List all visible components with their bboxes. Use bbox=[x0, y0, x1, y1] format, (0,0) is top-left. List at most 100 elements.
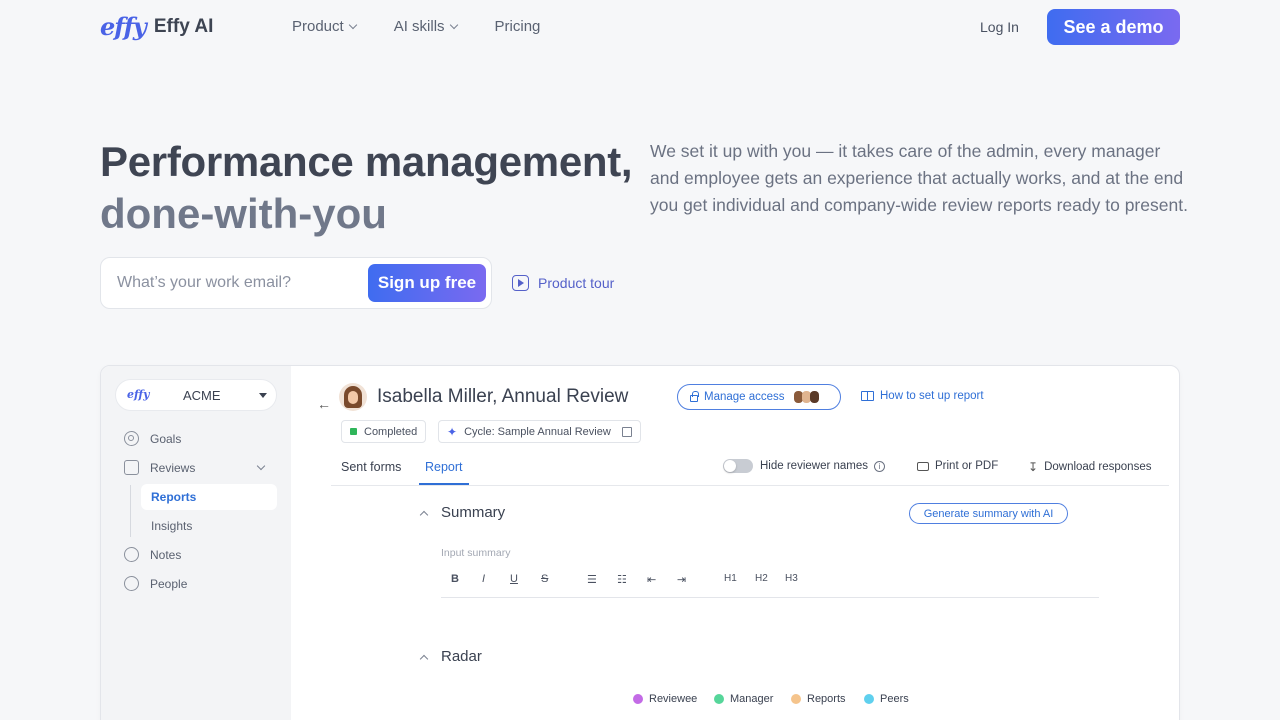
logo[interactable]: effy Effy AI bbox=[100, 12, 213, 41]
back-arrow-icon[interactable]: ← bbox=[317, 396, 331, 412]
play-icon bbox=[512, 275, 529, 291]
sidebar-item-label: Notes bbox=[150, 547, 182, 562]
chevron-down-icon bbox=[449, 20, 458, 29]
signup-button[interactable]: Sign up free bbox=[368, 264, 486, 302]
book-icon bbox=[861, 391, 874, 401]
nav-ai-skills[interactable]: AI skills bbox=[393, 18, 458, 35]
legend-item-reviewee: Reviewee bbox=[633, 693, 697, 705]
active-tab-indicator bbox=[419, 483, 469, 485]
review-title: Isabella Miller, Annual Review bbox=[377, 386, 628, 408]
nav-ai-skills-label: AI skills bbox=[393, 18, 445, 35]
info-icon[interactable]: i bbox=[874, 460, 886, 472]
hide-names-label: Hide reviewer names i bbox=[760, 460, 886, 472]
print-label: Print or PDF bbox=[935, 460, 999, 472]
hide-names-text: Hide reviewer names bbox=[760, 460, 869, 472]
access-avatars bbox=[793, 391, 819, 403]
legend-label: Reports bbox=[807, 693, 846, 705]
legend-label: Peers bbox=[880, 693, 909, 705]
download-button[interactable]: ↧ Download responses bbox=[1028, 460, 1151, 474]
logo-mark: effy bbox=[100, 12, 147, 41]
download-label: Download responses bbox=[1044, 461, 1152, 473]
tab-sent-forms[interactable]: Sent forms bbox=[341, 460, 401, 474]
print-button[interactable]: Print or PDF bbox=[917, 460, 998, 472]
legend-item-reports: Reports bbox=[791, 693, 846, 705]
sidebar-item-people[interactable]: People bbox=[124, 576, 187, 591]
external-link-icon bbox=[621, 426, 632, 437]
see-demo-button[interactable]: See a demo bbox=[1047, 9, 1180, 45]
sidebar-item-insights[interactable]: Insights bbox=[151, 519, 192, 533]
how-to-label: How to set up report bbox=[880, 390, 984, 402]
summary-heading: Summary bbox=[441, 504, 506, 521]
hero-description: We set it up with you — it takes care of… bbox=[650, 141, 1188, 215]
nav-product[interactable]: Product bbox=[292, 18, 357, 35]
cycle-label: Cycle: Sample Annual Review bbox=[464, 425, 611, 438]
login-link[interactable]: Log In bbox=[980, 19, 1019, 35]
chevron-up-icon[interactable] bbox=[419, 654, 429, 664]
legend-label: Manager bbox=[730, 693, 774, 705]
nav-links: Product AI skills Pricing bbox=[292, 18, 540, 35]
radar-heading: Radar bbox=[441, 648, 482, 665]
tab-bar: Sent forms Report Hide reviewer names i … bbox=[331, 459, 1169, 486]
summary-input[interactable]: Input summary bbox=[441, 547, 510, 559]
underline-button[interactable]: U bbox=[510, 573, 518, 585]
heading2-button[interactable]: H2 bbox=[755, 573, 768, 584]
top-nav: effy Effy AI Product AI skills Pricing L… bbox=[0, 0, 1280, 54]
sidebar-item-label: Reviews bbox=[150, 460, 196, 475]
sidebar-item-notes[interactable]: Notes bbox=[124, 547, 181, 562]
email-input[interactable]: What’s your work email? bbox=[117, 274, 291, 292]
heading3-button[interactable]: H3 bbox=[785, 573, 798, 584]
org-switcher[interactable]: effy ACME bbox=[115, 379, 277, 411]
hero-title-line1: Performance management, bbox=[100, 138, 633, 185]
sidebar-item-reviews[interactable]: Reviews bbox=[124, 460, 195, 475]
legend-dot bbox=[791, 694, 801, 704]
nav-pricing[interactable]: Pricing bbox=[495, 18, 541, 35]
status-badge: Completed bbox=[341, 420, 427, 443]
nav-product-label: Product bbox=[292, 18, 344, 35]
clipboard-icon bbox=[124, 460, 139, 475]
chevron-up-icon[interactable] bbox=[419, 510, 429, 520]
bullet-list-icon[interactable]: ☰ bbox=[587, 573, 597, 586]
status-label: Completed bbox=[364, 425, 418, 438]
app-main: ← Isabella Miller, Annual Review Manage … bbox=[291, 366, 1179, 720]
product-tour-label: Product tour bbox=[538, 275, 615, 291]
submenu-line bbox=[130, 485, 131, 537]
org-name: ACME bbox=[183, 388, 221, 403]
tab-report[interactable]: Report bbox=[425, 460, 463, 474]
outdent-icon[interactable]: ⇤ bbox=[647, 573, 656, 586]
avatar bbox=[339, 383, 367, 411]
legend-item-peers: Peers bbox=[864, 693, 909, 705]
legend-dot bbox=[714, 694, 724, 704]
heading1-button[interactable]: H1 bbox=[724, 573, 737, 584]
logo-text: Effy AI bbox=[153, 15, 214, 37]
org-logo: effy bbox=[127, 388, 150, 401]
indent-icon[interactable]: ⇥ bbox=[677, 573, 686, 586]
signup-form: What’s your work email? Sign up free bbox=[100, 257, 492, 309]
strikethrough-button[interactable]: S bbox=[541, 573, 548, 585]
legend-item-manager: Manager bbox=[714, 693, 773, 705]
italic-button[interactable]: I bbox=[482, 573, 485, 585]
legend-dot bbox=[633, 694, 643, 704]
cycle-link[interactable]: ✦ Cycle: Sample Annual Review bbox=[438, 420, 641, 443]
app-preview: effy ACME Goals Reviews Reports Insights… bbox=[100, 365, 1180, 720]
sidebar-item-reports[interactable]: Reports bbox=[151, 490, 196, 504]
sidebar-item-goals[interactable]: Goals bbox=[124, 431, 181, 446]
generate-summary-button[interactable]: Generate summary with AI bbox=[909, 503, 1068, 524]
editor-divider bbox=[441, 597, 1099, 598]
hide-names-toggle[interactable] bbox=[723, 459, 753, 473]
how-to-setup-link[interactable]: How to set up report bbox=[861, 390, 984, 402]
product-tour-link[interactable]: Product tour bbox=[512, 275, 614, 291]
manage-access-button[interactable]: Manage access bbox=[677, 384, 841, 410]
manage-access-label: Manage access bbox=[704, 391, 785, 403]
sidebar-item-label: People bbox=[150, 576, 188, 591]
chevron-down-icon bbox=[348, 20, 357, 29]
app-sidebar: effy ACME Goals Reviews Reports Insights… bbox=[101, 366, 291, 720]
sparkle-icon: ✦ bbox=[447, 424, 458, 439]
chevron-down-icon[interactable] bbox=[256, 461, 266, 471]
lock-icon bbox=[690, 391, 699, 402]
bold-button[interactable]: B bbox=[451, 573, 459, 585]
target-icon bbox=[124, 431, 139, 446]
status-dot bbox=[350, 428, 357, 435]
review-type: Annual Review bbox=[501, 386, 629, 407]
numbered-list-icon[interactable]: ☷ bbox=[617, 573, 627, 586]
reviewee-name: Isabella Miller, bbox=[377, 386, 498, 407]
